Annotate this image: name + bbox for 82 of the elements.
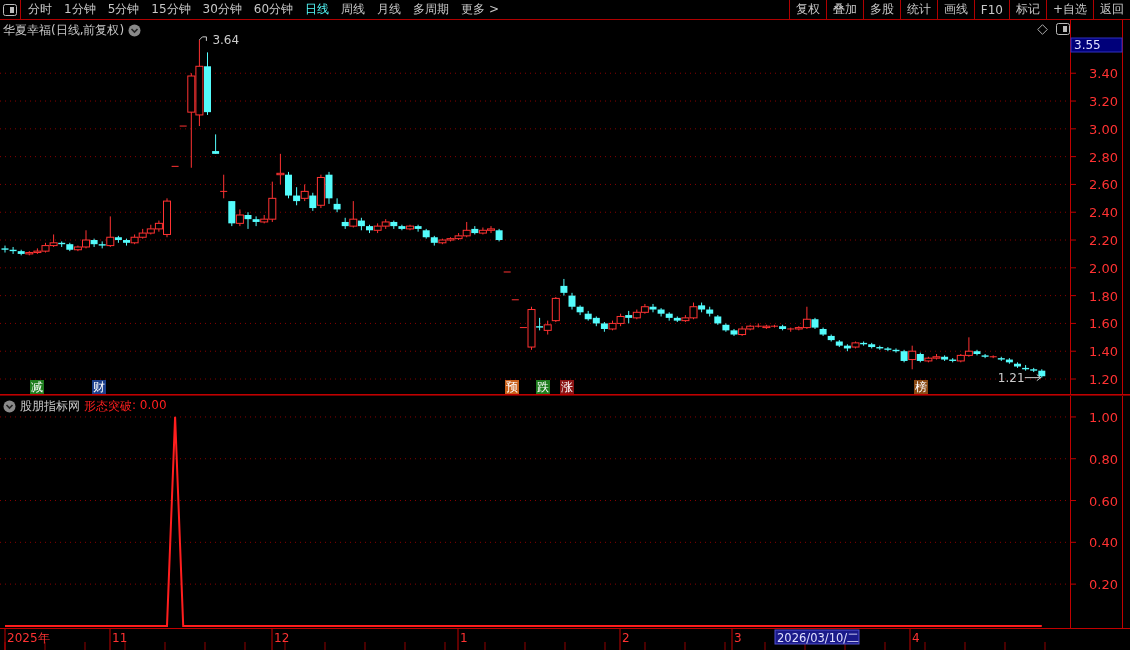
stock-title: 华夏幸福(日线,前复权) [3, 22, 125, 39]
panel-toggle-icon[interactable] [0, 0, 21, 19]
price-axis-label: 1.80 [1089, 288, 1118, 304]
price-axis-label: 1.40 [1089, 344, 1118, 360]
price-axis-label: 3.40 [1089, 66, 1118, 82]
dropdown-icon[interactable] [3, 400, 16, 413]
indicator-axis-label: 0.60 [1089, 493, 1118, 509]
period-tab[interactable]: 日线 [298, 1, 335, 18]
toolbar-button[interactable]: 标记 [1008, 0, 1046, 19]
price-axis-label: 2.40 [1089, 205, 1118, 221]
toolbar-button[interactable]: 复权 [788, 0, 826, 19]
legend-label: 形态突破 [84, 398, 132, 415]
candlestick [632, 309, 641, 320]
candlestick [511, 299, 520, 301]
high-price-label: 3.64 [198, 32, 240, 47]
indicator-value: : 0.00 [132, 398, 167, 414]
candlestick [219, 174, 228, 199]
toolbar-button[interactable]: 画线 [936, 0, 974, 19]
candlestick [138, 228, 147, 240]
event-tag[interactable]: 榜 [914, 380, 928, 394]
period-tab[interactable]: 周线 [334, 1, 371, 18]
date-label: 2025年 [7, 631, 50, 645]
indicator-axis-label: 0.20 [1089, 577, 1118, 593]
candlestick [146, 224, 155, 235]
dropdown-icon[interactable] [128, 24, 142, 37]
candlestick [212, 133, 220, 155]
candlestick [235, 208, 244, 227]
candlestick [171, 165, 180, 167]
period-tab[interactable]: 分时 [21, 1, 57, 18]
low-price-label: 1.21 [997, 370, 1042, 385]
indicator-axis-label: 0.80 [1089, 451, 1118, 467]
period-tab[interactable]: 多周期 [406, 1, 455, 18]
date-label: 12 [274, 631, 290, 645]
candlestick [373, 222, 382, 234]
toolbar-button[interactable]: 叠加 [825, 0, 863, 19]
panel-toggle-icon[interactable] [1056, 23, 1070, 35]
period-tab[interactable]: 5分钟 [100, 1, 145, 18]
period-tab[interactable]: 30分钟 [195, 1, 247, 18]
candlestick [608, 320, 617, 331]
event-tag[interactable]: 减 [30, 380, 44, 394]
event-tag[interactable]: 涨 [560, 380, 574, 394]
candlestick [503, 271, 512, 273]
event-tag[interactable]: 财 [92, 380, 106, 394]
candlestick [130, 233, 139, 245]
indicator-axis-label: 1.00 [1089, 409, 1118, 425]
candlestick [300, 183, 309, 202]
price-axis-label: 2.80 [1089, 149, 1118, 165]
event-tag[interactable]: 跌 [536, 380, 550, 394]
candlestick [616, 313, 625, 327]
diamond-icon[interactable] [1037, 23, 1048, 35]
indicator-title: 股朋指标网 [20, 398, 80, 415]
more-menu[interactable]: 更多 > [454, 1, 504, 18]
period-tab[interactable]: 60分钟 [246, 1, 299, 18]
toolbar-button[interactable]: +自选 [1045, 0, 1093, 19]
toolbar-button[interactable]: 多股 [862, 0, 900, 19]
price-axis-label: 2.60 [1089, 177, 1118, 193]
candlestick [276, 153, 285, 185]
price-axis-label: 1.60 [1089, 316, 1118, 332]
date-label: 11 [112, 631, 128, 645]
date-label: 3 [734, 631, 742, 645]
date-label: 2 [622, 631, 630, 645]
price-axis-label: 2.20 [1089, 233, 1118, 248]
price-axis-label: 2.00 [1089, 260, 1118, 276]
candlestick [640, 303, 649, 315]
annotation: 1.21 [997, 370, 1025, 385]
indicator-axis-label: 0.40 [1089, 535, 1118, 551]
date-cursor-label: 2026/03/10/二 [774, 629, 860, 645]
toolbar-button[interactable]: F10 [973, 0, 1009, 19]
toolbar-button[interactable]: 统计 [899, 0, 937, 19]
price-axis-label: 1.20 [1089, 372, 1118, 387]
price-axis-label: 3.20 [1089, 94, 1118, 110]
price-tag: 3.55 [1070, 37, 1123, 53]
candlestick [381, 218, 390, 230]
toolbar-button[interactable]: 返回 [1093, 0, 1130, 19]
price-axis-label: 3.00 [1089, 121, 1118, 137]
date-label: 4 [912, 631, 920, 645]
annotation: 3.64 [212, 32, 240, 47]
period-tab[interactable]: 月线 [370, 1, 407, 18]
period-tab[interactable]: 15分钟 [144, 1, 196, 18]
event-tag[interactable]: 预 [505, 380, 519, 394]
period-tab[interactable]: 1分钟 [57, 1, 101, 18]
date-label: 1 [460, 631, 468, 645]
